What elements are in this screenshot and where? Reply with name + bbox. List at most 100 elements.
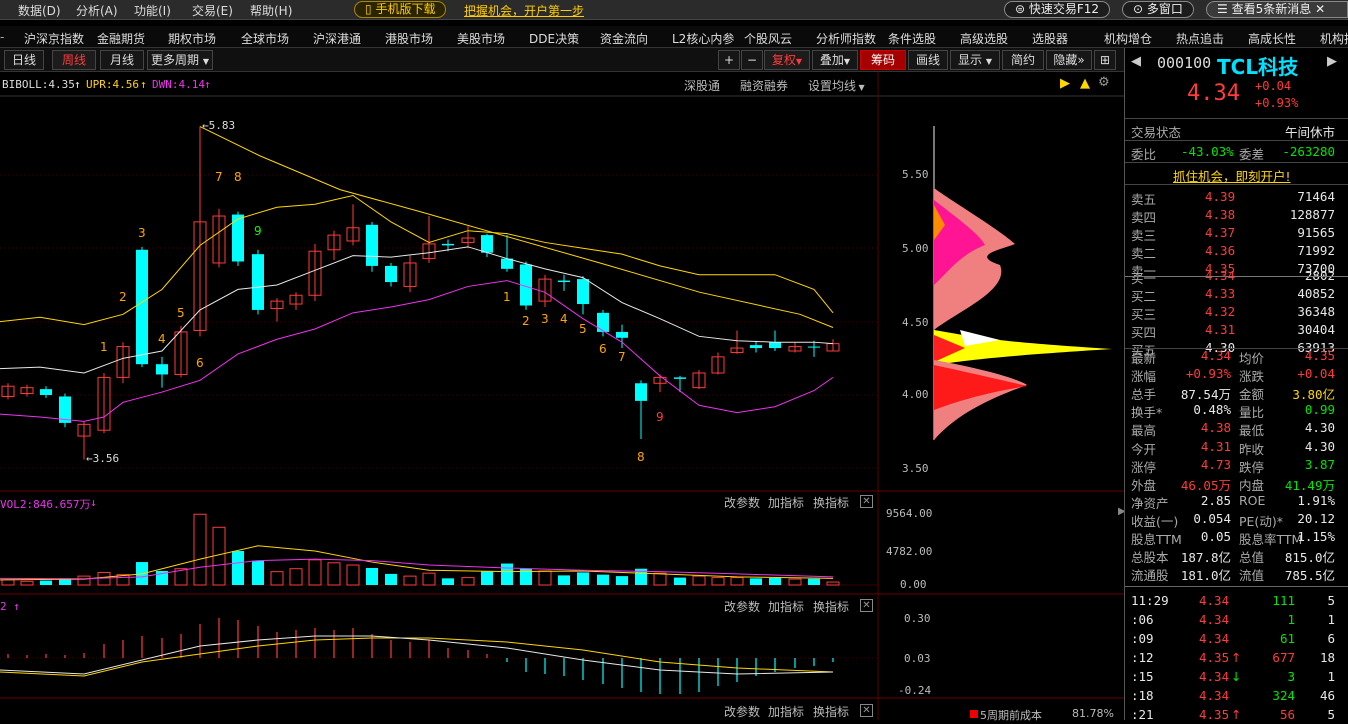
- nav-advanced-pick[interactable]: 高级选股: [960, 30, 1008, 47]
- vol-axis-label: 0.00: [900, 578, 927, 591]
- close-icon[interactable]: ✕: [860, 495, 873, 508]
- zoom-in-button[interactable]: +: [718, 50, 740, 70]
- grid-icon[interactable]: ⊞: [1094, 50, 1116, 70]
- link-sz-connect[interactable]: 深股通: [684, 77, 720, 94]
- display-button[interactable]: 显示 ▼: [950, 50, 1000, 70]
- flag-icon[interactable]: ▲: [1080, 76, 1090, 91]
- volume-bar-down: [577, 572, 589, 585]
- tdseq-count-label: 7: [215, 170, 223, 184]
- next-stock-icon[interactable]: ▶: [1327, 54, 1337, 69]
- chip-legend-swatch: [970, 710, 978, 718]
- vol-add-indicator[interactable]: 加指标: [768, 494, 804, 511]
- nav-hotspot[interactable]: 热点追击: [1176, 30, 1224, 47]
- link-ma-settings[interactable]: 设置均线 ▼: [808, 77, 865, 94]
- menu-analysis[interactable]: 分析(A): [76, 2, 118, 19]
- ask-row[interactable]: 卖五 4.39 71464: [1125, 188, 1348, 207]
- tick-volume: 324: [1272, 688, 1295, 703]
- menu-help[interactable]: 帮助(H): [250, 2, 292, 19]
- fuquan-button[interactable]: 复权▼: [764, 50, 810, 70]
- prev-stock-icon[interactable]: ◀: [1131, 54, 1141, 69]
- nav-more[interactable]: 机构持: [1320, 30, 1348, 47]
- volume-bar-up: [826, 581, 840, 586]
- close-icon[interactable]: ✕: [860, 599, 873, 612]
- candle-down: [750, 345, 762, 349]
- kline-chart[interactable]: [0, 72, 1124, 720]
- hide-button[interactable]: 隐藏»: [1046, 50, 1092, 70]
- bottom-switch-indicator[interactable]: 换指标: [813, 703, 849, 720]
- open-account-ad[interactable]: 抓住机会，即刻开户!: [1125, 165, 1348, 184]
- nav-options[interactable]: 期权市场: [168, 30, 216, 47]
- nav-institution[interactable]: 机构增仓: [1104, 30, 1152, 47]
- volume-bar-up: [20, 580, 34, 586]
- news-button[interactable]: ☰ 查看5条新消息 ✕: [1206, 1, 1348, 18]
- ask-volume: 71992: [1297, 243, 1335, 258]
- nav-analyst[interactable]: 分析师指数: [816, 30, 876, 47]
- candle-down: [635, 383, 647, 401]
- bid-row[interactable]: 买二 4.33 40852: [1125, 285, 1348, 304]
- gear-icon[interactable]: ⚙: [1098, 75, 1110, 90]
- nav-stock-news[interactable]: 个股风云: [744, 30, 792, 47]
- macd-add-indicator[interactable]: 加指标: [768, 598, 804, 615]
- stat-value: 1.15%: [1297, 529, 1335, 544]
- nav-growth[interactable]: 高成长性: [1248, 30, 1296, 47]
- quick-trade-button[interactable]: ⊜ 快速交易F12: [1004, 1, 1111, 18]
- menu-function[interactable]: 功能(I): [134, 2, 171, 19]
- boll-value: BIBOLL:4.35: [2, 78, 75, 91]
- tab-month[interactable]: 月线: [100, 50, 144, 70]
- nav-l2[interactable]: L2核心内参: [672, 30, 734, 47]
- volume-bar-down: [558, 575, 570, 585]
- macd-axis-label: 0.30: [904, 612, 931, 625]
- overlay-button[interactable]: 叠加▼: [812, 50, 858, 70]
- play-icon[interactable]: ▶: [1060, 76, 1070, 91]
- nav-fund-flow[interactable]: 资金流向: [600, 30, 648, 47]
- chips-button[interactable]: 筹码: [860, 50, 906, 70]
- tick-price: 4.34: [1199, 688, 1230, 703]
- draw-line-button[interactable]: 画线: [908, 50, 948, 70]
- menu-trade[interactable]: 交易(E): [192, 2, 233, 19]
- ask-price: 4.39: [1205, 189, 1236, 204]
- simplify-button[interactable]: 简约: [1002, 50, 1044, 70]
- price-axis-label: 5.00: [902, 242, 929, 255]
- macd-change-params[interactable]: 改参数: [724, 598, 760, 615]
- vol-change-params[interactable]: 改参数: [724, 494, 760, 511]
- nav-us[interactable]: 美股市场: [457, 30, 505, 47]
- ask-volume: 71464: [1297, 189, 1335, 204]
- arrow-down-icon: ↓: [90, 496, 97, 509]
- nav-stock-picker[interactable]: 选股器: [1032, 30, 1068, 47]
- candle-down: [156, 364, 168, 375]
- nav-financial-futures[interactable]: 金融期货: [97, 30, 145, 47]
- bid-row[interactable]: 买四 4.31 30404: [1125, 321, 1348, 340]
- nav-global[interactable]: 全球市场: [241, 30, 289, 47]
- nav-hk[interactable]: 港股市场: [385, 30, 433, 47]
- ask-row[interactable]: 卖二 4.36 71992: [1125, 242, 1348, 261]
- mobile-download-button[interactable]: ▯ 手机版下载: [354, 1, 447, 18]
- macd-switch-indicator[interactable]: 换指标: [813, 598, 849, 615]
- tab-week[interactable]: 周线: [52, 50, 96, 70]
- bottom-change-params[interactable]: 改参数: [724, 703, 760, 720]
- tick-price: 4.35: [1199, 650, 1230, 665]
- tdseq-count-label: 1: [100, 340, 108, 354]
- stock-name: TCL科技: [1217, 55, 1299, 79]
- nav-stock-connect[interactable]: 沪深港通: [313, 30, 361, 47]
- close-icon[interactable]: ✕: [860, 704, 873, 717]
- link-margin[interactable]: 融资融券: [740, 77, 788, 94]
- vol-switch-indicator[interactable]: 换指标: [813, 494, 849, 511]
- nav-dde[interactable]: DDE决策: [529, 30, 579, 47]
- stat-row: 最新 4.34 均价 4.35: [1125, 347, 1348, 366]
- ask-row[interactable]: 卖四 4.38 128877: [1125, 206, 1348, 225]
- tab-day[interactable]: 日线: [4, 50, 44, 70]
- chevron-down-icon: ▼: [202, 57, 209, 66]
- tab-more-periods[interactable]: 更多周期 ▼: [147, 50, 213, 70]
- ask-row[interactable]: 卖三 4.37 91565: [1125, 224, 1348, 243]
- nav-condition-pick[interactable]: 条件选股: [888, 30, 936, 47]
- zoom-out-button[interactable]: −: [741, 50, 763, 70]
- nav-hs-index[interactable]: 沪深京指数: [24, 30, 84, 47]
- multi-window-button[interactable]: ⊙ 多窗口: [1122, 1, 1194, 18]
- menu-data[interactable]: 数据(D): [18, 2, 61, 19]
- promo-link[interactable]: 把握机会，开户第一步: [464, 2, 584, 19]
- bid-row[interactable]: 买三 4.32 36348: [1125, 303, 1348, 322]
- volume-bar-up: [77, 575, 91, 586]
- volume-bar-up: [422, 572, 436, 586]
- stat-row: 总股本 187.8亿 总值 815.0亿: [1125, 546, 1348, 565]
- bottom-add-indicator[interactable]: 加指标: [768, 703, 804, 720]
